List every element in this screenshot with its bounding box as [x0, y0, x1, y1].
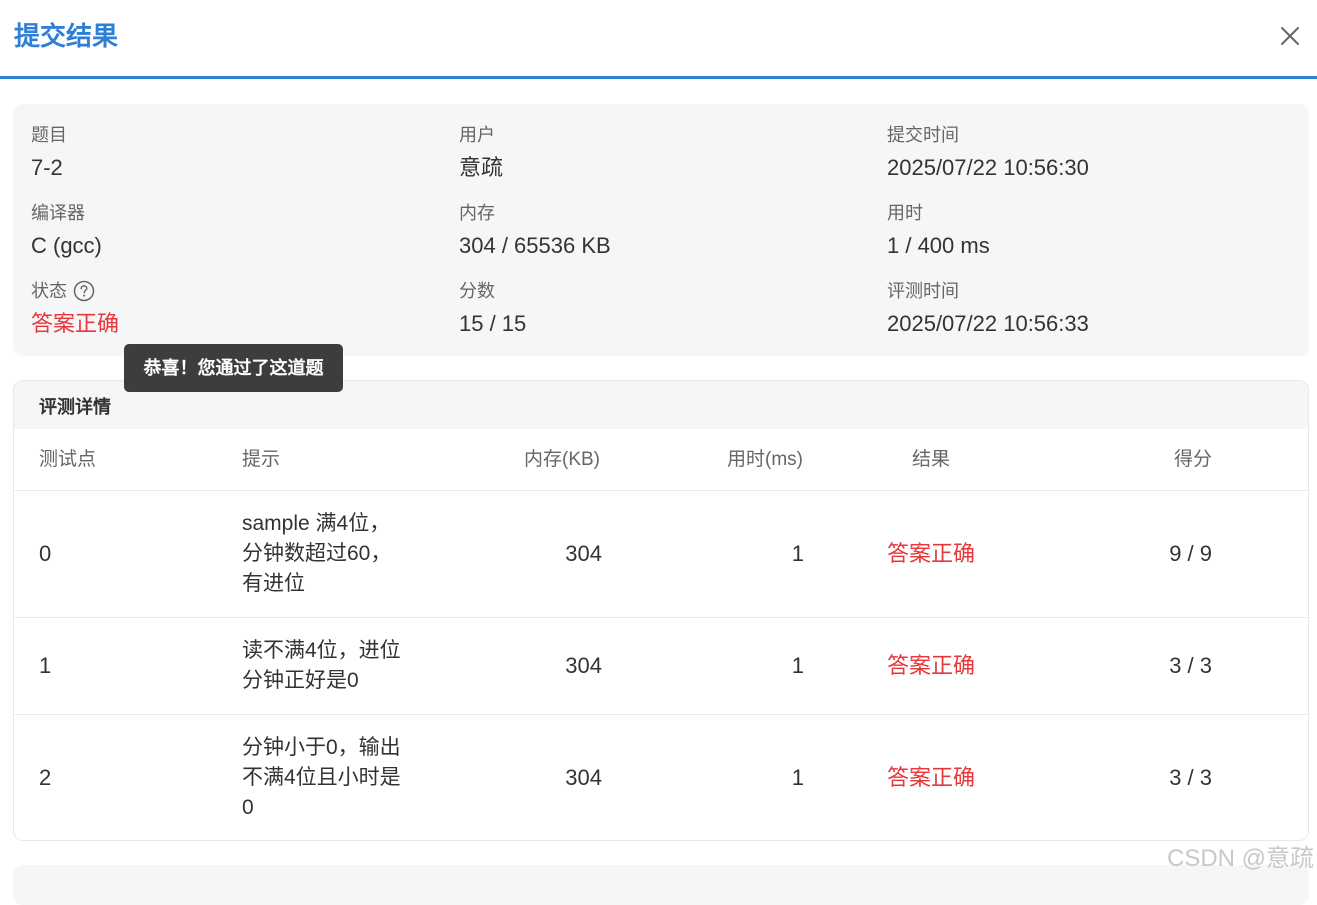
memory-field: 内存 304 / 65536 KB [459, 201, 611, 261]
problem-field: 题目 7-2 [31, 123, 67, 183]
time-cell: 1 [791, 765, 804, 790]
compiler-value: C (gcc) [31, 233, 102, 258]
compiler-label: 编译器 [31, 203, 85, 223]
score-field: 分数 15 / 15 [459, 279, 526, 339]
help-icon[interactable] [73, 280, 95, 302]
table-row: 0 sample 满4位，分钟数超过60，有进位 304 1 答案正确 9 / … [14, 491, 1308, 618]
judge-time-field: 评测时间 2025/07/22 10:56:33 [887, 279, 1089, 339]
user-label: 用户 [459, 125, 495, 145]
hint-cell: sample 满4位，分钟数超过60，有进位 [242, 512, 392, 595]
submission-info-card: 题目 7-2 编译器 C (gcc) 状态 答案正确 用户 意疏 内存 304 … [13, 104, 1309, 356]
score-value: 15 / 15 [459, 311, 527, 336]
column-header-score: 得分 [1174, 449, 1213, 470]
submit-time-value: 2025/07/22 10:56:30 [887, 155, 1089, 180]
table-row: 2 分钟小于0，输出不满4位且小时是0 304 1 答案正确 3 / 3 [14, 715, 1308, 840]
judge-time-value: 2025/07/22 10:56:33 [887, 311, 1089, 336]
memory-label: 内存 [459, 203, 495, 223]
memory-value: 304 / 65536 KB [459, 233, 611, 258]
submit-time-field: 提交时间 2025/07/22 10:56:30 [887, 123, 1089, 183]
user-value: 意疏 [459, 155, 504, 180]
status-value[interactable]: 答案正确 [31, 309, 119, 339]
column-header-hint: 提示 [242, 449, 281, 470]
compiler-field: 编译器 C (gcc) [31, 201, 102, 261]
judge-details-card: 评测详情 测试点 提示 内存(KB) 用时(ms) 结果 得分 0 sample… [13, 380, 1309, 841]
result-cell: 答案正确 [887, 541, 976, 566]
column-header-case: 测试点 [39, 449, 97, 470]
case-cell: 1 [39, 653, 52, 678]
column-header-memory: 内存(KB) [524, 449, 601, 470]
modal-title: 提交结果 [14, 21, 119, 51]
problem-value: 7-2 [31, 155, 63, 180]
result-cell: 答案正确 [887, 653, 976, 678]
column-header-result: 结果 [912, 449, 951, 470]
time-cell: 1 [791, 541, 804, 566]
details-title: 评测详情 [39, 397, 111, 417]
table-header: 测试点 提示 内存(KB) 用时(ms) 结果 得分 [14, 429, 1308, 491]
time-cell: 1 [791, 653, 804, 678]
score-cell: 3 / 3 [1169, 653, 1212, 678]
result-cell: 答案正确 [887, 765, 976, 790]
score-cell: 3 / 3 [1169, 765, 1212, 790]
status-tooltip: 恭喜！您通过了这道题 [124, 344, 343, 392]
case-cell: 2 [39, 765, 52, 790]
next-section-card [13, 865, 1309, 905]
close-icon [1281, 27, 1299, 45]
status-field: 状态 答案正确 [31, 279, 119, 339]
memory-cell: 304 [565, 541, 602, 566]
problem-label: 题目 [31, 125, 67, 145]
watermark: CSDN @意疏 [1167, 845, 1315, 872]
status-label-row: 状态 [31, 279, 119, 303]
column-header-time: 用时(ms) [727, 449, 803, 470]
time-label: 用时 [887, 203, 923, 223]
time-value: 1 / 400 ms [887, 233, 990, 258]
close-button[interactable] [1274, 20, 1306, 52]
score-cell: 9 / 9 [1169, 541, 1212, 566]
score-label: 分数 [459, 281, 495, 301]
table-row: 1 读不满4位，进位分钟正好是0 304 1 答案正确 3 / 3 [14, 618, 1308, 715]
time-field: 用时 1 / 400 ms [887, 201, 990, 261]
judge-time-label: 评测时间 [887, 281, 959, 301]
memory-cell: 304 [565, 765, 602, 790]
hint-cell: 分钟小于0，输出不满4位且小时是0 [242, 736, 401, 819]
user-field: 用户 意疏 [459, 123, 503, 183]
hint-cell: 读不满4位，进位分钟正好是0 [242, 639, 401, 692]
submit-time-label: 提交时间 [887, 125, 959, 145]
case-cell: 0 [39, 541, 52, 566]
status-label: 状态 [31, 281, 67, 301]
modal-header: 提交结果 [0, 0, 1317, 79]
memory-cell: 304 [565, 653, 602, 678]
